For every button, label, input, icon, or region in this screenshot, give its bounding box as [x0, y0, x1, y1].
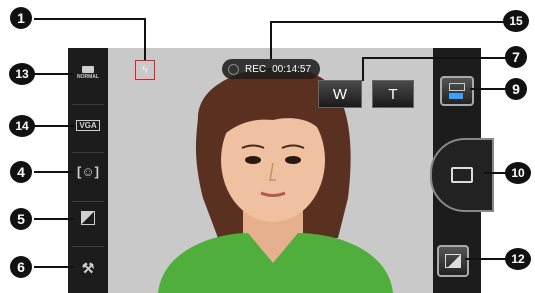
leader-line: [34, 18, 146, 20]
zoom-wide-button[interactable]: W: [318, 80, 362, 108]
callout-10: 10: [505, 162, 531, 184]
scene-mode-label: NORMAL: [77, 74, 99, 80]
record-button[interactable]: [430, 138, 494, 212]
scene-mode-button[interactable]: NORMAL: [74, 64, 102, 82]
scene-mode-icon: NORMAL: [77, 66, 99, 80]
mode-switch-button[interactable]: [440, 76, 474, 106]
exposure-button[interactable]: [74, 209, 102, 227]
leader-line: [34, 125, 74, 127]
camera-viewfinder[interactable]: [68, 48, 481, 293]
callout-14: 14: [9, 115, 35, 137]
leader-line: [465, 258, 508, 260]
callout-13: 13: [9, 63, 35, 85]
toolbar-divider: [72, 246, 104, 247]
zoom-tele-button[interactable]: T: [372, 80, 414, 108]
rec-label: REC: [245, 63, 267, 75]
callout-5: 5: [10, 208, 32, 230]
gallery-button[interactable]: [437, 245, 469, 277]
subject-photo: [158, 67, 393, 293]
exposure-icon: [81, 211, 95, 225]
video-record-icon: [451, 167, 473, 183]
resolution-icon: VGA: [76, 119, 100, 131]
gallery-icon: [445, 254, 461, 268]
flash-off-icon[interactable]: ϟ: [135, 60, 155, 80]
leader-line: [34, 171, 74, 173]
leader-line: [362, 57, 364, 81]
leader-line: [34, 218, 74, 220]
toolbar-divider: [72, 104, 104, 105]
recording-status: REC 00:14:57: [222, 59, 320, 79]
toolbar-divider: [72, 152, 104, 153]
camera-video-switch-icon: [449, 83, 465, 99]
callout-12: 12: [505, 248, 531, 270]
settings-button[interactable]: ⚒: [74, 259, 102, 277]
leader-line: [270, 21, 510, 23]
zoom-wide-label: W: [332, 85, 348, 103]
callout-1: 1: [10, 7, 32, 29]
callout-4: 4: [10, 161, 32, 183]
leader-line: [34, 266, 74, 268]
resolution-button[interactable]: VGA: [74, 116, 102, 134]
leader-line: [270, 21, 272, 59]
callout-9: 9: [505, 78, 527, 100]
leader-line: [362, 57, 507, 59]
toolbar-divider: [72, 201, 104, 202]
settings-tools-icon: ⚒: [81, 259, 95, 276]
callout-7: 7: [505, 46, 527, 68]
callout-6: 6: [10, 256, 32, 278]
face-detection-button[interactable]: [☺]: [74, 162, 102, 180]
zoom-tele-label: T: [388, 85, 398, 103]
leader-line: [470, 88, 508, 90]
leader-line: [144, 18, 146, 60]
record-indicator-icon: [228, 63, 239, 75]
callout-15: 15: [503, 10, 529, 32]
elapsed-time: 00:14:57: [272, 63, 312, 75]
face-detection-icon: [☺]: [77, 163, 99, 179]
leader-line: [34, 73, 74, 75]
